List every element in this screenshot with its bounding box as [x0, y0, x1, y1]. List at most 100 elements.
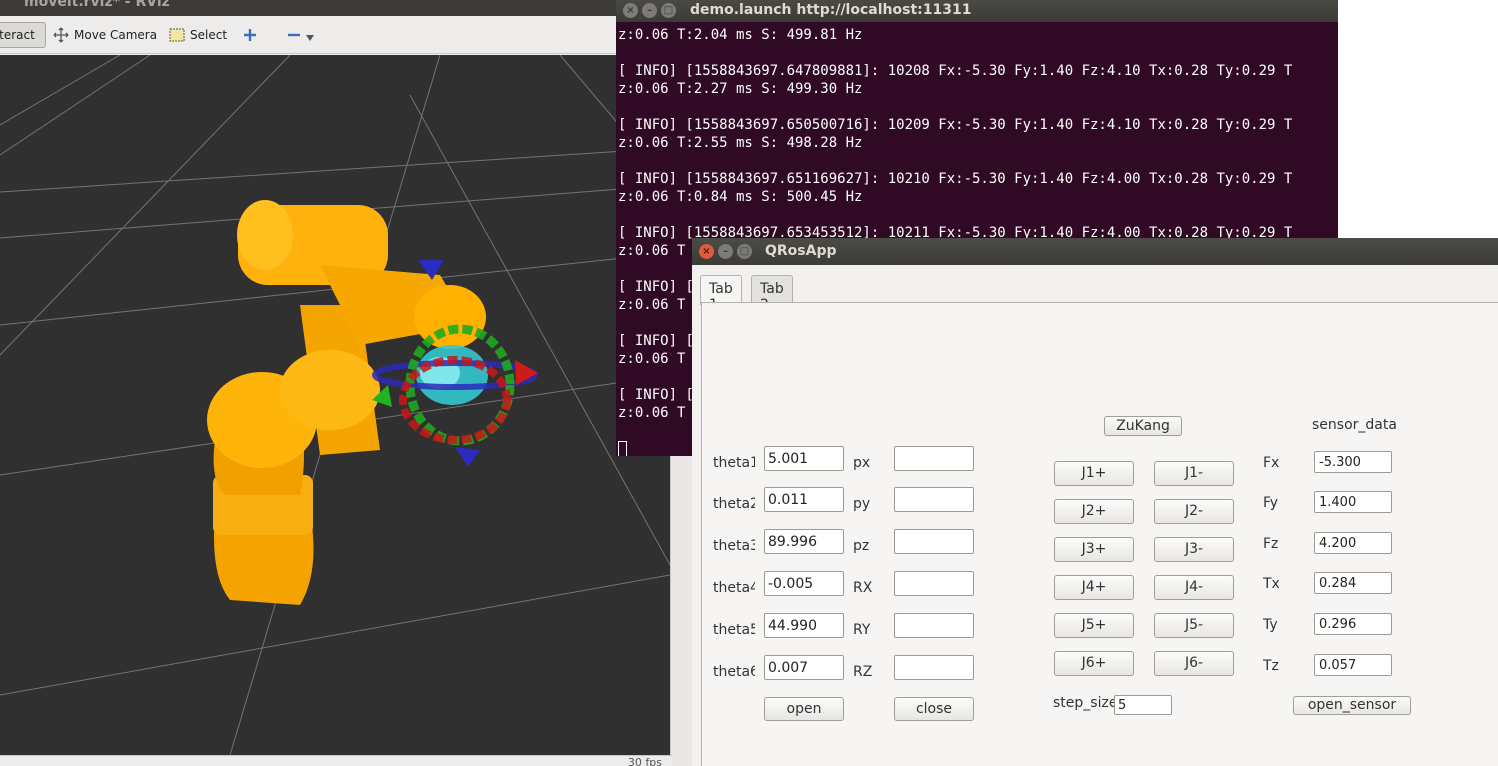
select-tool-button[interactable]: Select: [164, 22, 232, 48]
terminal-line: [ INFO] [1558843697.651169627]: 10210 Fx…: [618, 171, 1293, 187]
terminal-titlebar: × – □ demo.launch http://localhost:11311: [616, 0, 1338, 22]
open-sensor-button[interactable]: open_sensor: [1293, 696, 1411, 715]
theta-label: theta6: [713, 664, 755, 680]
rviz-titlebar: moveit.rviz* - RViz: [0, 0, 672, 16]
theta-input[interactable]: [764, 529, 844, 554]
tab-2[interactable]: Tab 2: [751, 275, 793, 313]
move-camera-icon: [53, 27, 69, 43]
add-tool-button[interactable]: [238, 22, 262, 48]
qrosapp-window-title: QRosApp: [765, 243, 837, 259]
sensor-data-heading: sensor_data: [1312, 417, 1397, 433]
plus-icon: [244, 29, 256, 41]
joint-minus-button[interactable]: J6-: [1154, 651, 1234, 676]
joint-plus-button[interactable]: J1+: [1054, 461, 1134, 486]
sensor-value-field[interactable]: [1314, 654, 1392, 676]
sensor-label: Ty: [1263, 617, 1278, 633]
pose-label: px: [853, 455, 871, 471]
theta-label: theta5: [713, 622, 755, 638]
close-button[interactable]: close: [894, 697, 974, 721]
sensor-label: Tz: [1263, 658, 1279, 674]
sensor-label: Fy: [1263, 495, 1279, 511]
maximize-icon[interactable]: □: [661, 3, 676, 18]
qrosapp-window: × – □ QRosApp Tab 1 Tab 2 ZuKang sensor_…: [692, 238, 1498, 766]
terminal-line: [ INFO] [1558843697.650500716]: 10209 Fx…: [618, 117, 1293, 133]
joint-plus-button[interactable]: J2+: [1054, 499, 1134, 524]
pose-label: RZ: [853, 664, 873, 680]
pose-label: pz: [853, 538, 870, 554]
rviz-statusbar: 30 fps: [0, 755, 672, 766]
dropdown-arrow-icon: [306, 35, 314, 41]
theta-label: theta3: [713, 538, 755, 554]
theta-label: theta4: [713, 580, 755, 596]
sensor-value-field[interactable]: [1314, 532, 1392, 554]
move-camera-tool-button[interactable]: Move Camera: [48, 22, 162, 48]
3d-viewport[interactable]: [0, 55, 670, 755]
tab-1[interactable]: Tab 1: [700, 275, 742, 313]
minus-icon: [288, 33, 300, 37]
joint-minus-button[interactable]: J4-: [1154, 575, 1234, 600]
pose-input[interactable]: [894, 446, 974, 471]
minimize-icon[interactable]: –: [718, 244, 733, 259]
maximize-icon[interactable]: □: [737, 244, 752, 259]
terminal-line: z:0.06 T:2.04 ms S: 499.81 Hz: [618, 27, 863, 43]
sensor-value-field[interactable]: [1314, 451, 1392, 473]
sensor-label: Fz: [1263, 536, 1279, 552]
terminal-line: z:0.06 T:2.55 ms S: 498.28 Hz: [618, 135, 863, 151]
minimize-icon[interactable]: –: [642, 3, 657, 18]
pose-input[interactable]: [894, 487, 974, 512]
select-tool-label: Select: [190, 28, 228, 42]
pose-label: RX: [853, 580, 873, 596]
pose-label: RY: [853, 622, 871, 638]
interact-tool-label: Interact: [0, 28, 35, 42]
theta-input[interactable]: [764, 571, 844, 596]
terminal-line: z:0.06 T:2.27 ms S: 499.30 Hz: [618, 81, 863, 97]
move-camera-tool-label: Move Camera: [74, 28, 158, 42]
joint-plus-button[interactable]: J6+: [1054, 651, 1134, 676]
theta-input[interactable]: [764, 655, 844, 680]
pose-label: py: [853, 496, 871, 512]
joint-minus-button[interactable]: J5-: [1154, 613, 1234, 638]
terminal-window-title: demo.launch http://localhost:11311: [690, 2, 972, 18]
sensor-label: Fx: [1263, 455, 1280, 471]
rviz-window-title: moveit.rviz* - RViz: [24, 0, 170, 10]
theta-label: theta2: [713, 496, 755, 512]
joint-plus-button[interactable]: J3+: [1054, 537, 1134, 562]
interact-tool-button[interactable]: Interact: [0, 22, 46, 48]
theta-input[interactable]: [764, 613, 844, 638]
close-icon[interactable]: ×: [699, 244, 714, 259]
theta-input[interactable]: [764, 487, 844, 512]
joint-minus-button[interactable]: J2-: [1154, 499, 1234, 524]
sensor-value-field[interactable]: [1314, 572, 1392, 594]
remove-tool-button[interactable]: [282, 22, 319, 48]
pose-input[interactable]: [894, 571, 974, 596]
select-box-icon: [169, 28, 185, 42]
joint-minus-button[interactable]: J3-: [1154, 537, 1234, 562]
pose-input[interactable]: [894, 613, 974, 638]
scene-render: [0, 55, 670, 755]
step-size-input[interactable]: [1114, 695, 1172, 715]
terminal-cursor: [618, 440, 627, 456]
joint-plus-button[interactable]: J5+: [1054, 613, 1134, 638]
pose-input[interactable]: [894, 655, 974, 680]
open-button[interactable]: open: [764, 697, 844, 721]
joint-minus-button[interactable]: J1-: [1154, 461, 1234, 486]
sensor-value-field[interactable]: [1314, 613, 1392, 635]
step-size-label: step_size: [1053, 695, 1118, 711]
theta-label: theta1: [713, 455, 755, 471]
sensor-label: Tx: [1263, 576, 1280, 592]
fps-readout: 30 fps: [627, 756, 662, 766]
pose-input[interactable]: [894, 529, 974, 554]
rviz-window: moveit.rviz* - RViz Interact Move Camera…: [0, 0, 692, 766]
sensor-value-field[interactable]: [1314, 491, 1392, 513]
qrosapp-titlebar: × – □ QRosApp: [692, 238, 1498, 265]
terminal-line: z:0.06 T:0.84 ms S: 500.45 Hz: [618, 189, 863, 205]
close-icon[interactable]: ×: [623, 3, 638, 18]
joint-plus-button[interactable]: J4+: [1054, 575, 1134, 600]
terminal-line: [ INFO] [1558843697.647809881]: 10208 Fx…: [618, 63, 1293, 79]
theta-input[interactable]: [764, 446, 844, 471]
zukang-button[interactable]: ZuKang: [1104, 416, 1182, 436]
